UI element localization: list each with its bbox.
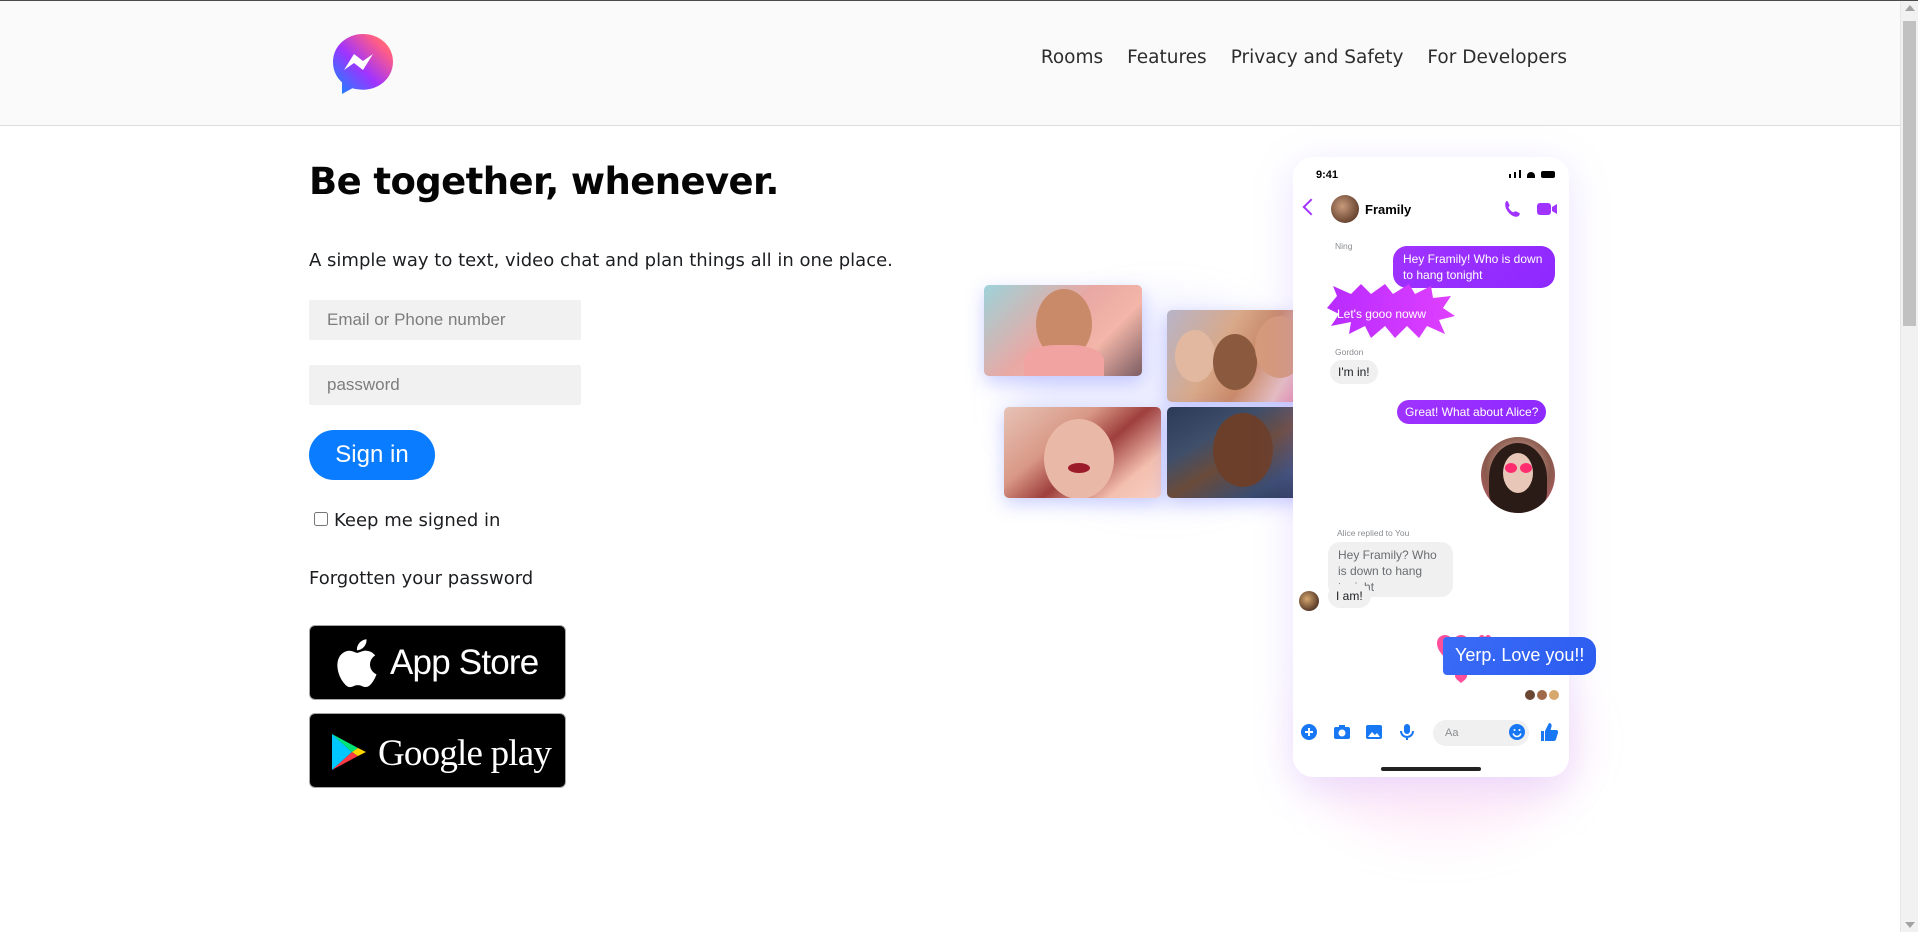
nav-rooms[interactable]: Rooms	[1041, 47, 1103, 68]
password-input[interactable]	[309, 365, 581, 405]
app-store-label: App Store	[390, 643, 539, 682]
nav-privacy-and-safety[interactable]: Privacy and Safety	[1231, 47, 1404, 68]
person-face	[1175, 330, 1215, 382]
scroll-up-arrow-icon[interactable]	[1905, 5, 1915, 11]
image-icon[interactable]	[1365, 723, 1383, 741]
home-indicator	[1381, 767, 1481, 771]
video-call-icon[interactable]	[1536, 200, 1558, 218]
heart-eye-icon	[1520, 463, 1532, 473]
signal-icon	[1514, 172, 1516, 178]
microphone-icon[interactable]	[1398, 723, 1416, 741]
person-face	[1044, 419, 1114, 498]
apple-icon	[337, 639, 377, 688]
starburst-message: Let's gooo noww	[1337, 307, 1427, 321]
signal-icon	[1519, 170, 1521, 178]
reader-avatar	[1525, 690, 1535, 700]
phone-call-icon[interactable]	[1503, 199, 1523, 219]
google-play-label: Google play	[378, 733, 552, 774]
chat-name: Framily	[1365, 202, 1412, 217]
read-receipts	[1525, 690, 1559, 700]
sender-name: Gordon	[1335, 347, 1364, 357]
wifi-icon	[1527, 172, 1535, 178]
alice-small-avatar	[1299, 591, 1319, 611]
plus-icon[interactable]	[1300, 723, 1318, 741]
nav-features[interactable]: Features	[1127, 47, 1207, 68]
app-store-badge[interactable]: App Store	[309, 625, 566, 700]
messenger-logo-icon[interactable]	[331, 32, 395, 96]
scroll-down-arrow-icon[interactable]	[1905, 922, 1915, 928]
sender-name: Ning	[1335, 241, 1353, 251]
person-shirt	[1024, 345, 1104, 376]
heart-eye-icon	[1505, 463, 1517, 473]
thumbs-up-icon[interactable]	[1539, 722, 1559, 742]
emoji-icon[interactable]	[1508, 723, 1526, 741]
email-input[interactable]	[309, 300, 581, 340]
status-icons	[1509, 170, 1555, 178]
message-bubble: I'm in!	[1330, 360, 1378, 384]
video-call-photo	[1004, 407, 1161, 498]
reply-note: Alice replied to You	[1337, 528, 1410, 538]
scroll-thumb[interactable]	[1903, 21, 1916, 326]
keep-signed-in-checkbox[interactable]	[314, 511, 328, 526]
camera-icon[interactable]	[1333, 723, 1351, 741]
signal-icon	[1509, 174, 1511, 178]
chat-header: Framily	[1293, 195, 1569, 229]
reader-avatar	[1537, 690, 1547, 700]
reader-avatar	[1549, 690, 1559, 700]
video-call-photo	[984, 285, 1142, 376]
person-face	[1213, 413, 1273, 487]
main-nav: Rooms Features Privacy and Safety For De…	[1041, 47, 1567, 68]
page-scrollbar[interactable]	[1900, 1, 1918, 932]
group-avatar	[1331, 195, 1359, 223]
message-bubble: I am!	[1328, 584, 1371, 608]
hero-subtitle: A simple way to text, video chat and pla…	[309, 250, 893, 271]
love-message: Yerp. Love you!!	[1443, 637, 1597, 675]
phone-mockup: 9:41 Framily Hey Framily! Who is down to…	[1293, 157, 1597, 777]
keep-signed-in-label: Keep me signed in	[334, 510, 501, 531]
nav-for-developers[interactable]: For Developers	[1427, 47, 1567, 68]
back-arrow-icon[interactable]	[1302, 198, 1320, 216]
google-play-badge[interactable]: Google play	[309, 713, 566, 788]
person-face	[1213, 334, 1257, 390]
message-composer: Aa	[1293, 717, 1569, 747]
keep-signed-in[interactable]: Keep me signed in	[314, 510, 893, 531]
login-section: Be together, whenever. A simple way to t…	[309, 160, 893, 788]
person-lips	[1068, 463, 1090, 473]
google-play-icon	[332, 734, 366, 770]
hero-title: Be together, whenever.	[309, 160, 779, 203]
alice-photo	[1481, 437, 1555, 513]
forgot-password-link[interactable]: Forgotten your password	[309, 568, 893, 589]
message-bubble: Great! What about Alice?	[1397, 400, 1547, 424]
sign-in-button[interactable]: Sign in	[309, 430, 435, 480]
site-header: Rooms Features Privacy and Safety For De…	[0, 1, 1900, 126]
alice-face	[1503, 453, 1533, 493]
status-time: 9:41	[1316, 169, 1339, 181]
battery-icon	[1541, 171, 1555, 178]
